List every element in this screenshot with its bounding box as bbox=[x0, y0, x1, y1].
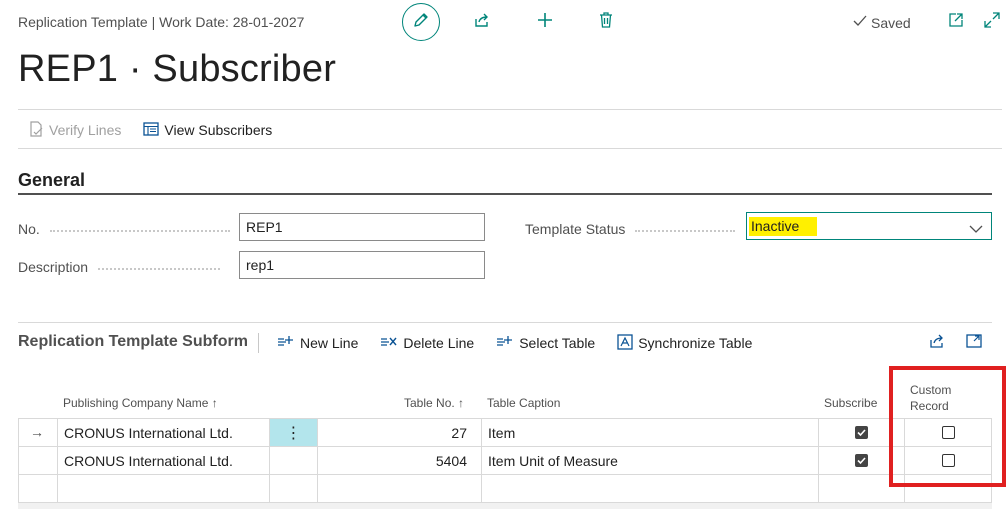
list-view-icon bbox=[143, 121, 160, 139]
verify-lines-button[interactable]: Verify Lines bbox=[28, 120, 122, 140]
delete-line-button[interactable]: Delete Line bbox=[380, 335, 474, 352]
grid-line bbox=[18, 418, 19, 503]
column-header-table-caption[interactable]: Table Caption bbox=[487, 396, 560, 410]
grid-line bbox=[317, 418, 318, 503]
table-row-table-no[interactable]: 27 bbox=[320, 425, 467, 441]
expand-icon bbox=[983, 11, 1001, 34]
table-row-caption[interactable]: Item Unit of Measure bbox=[488, 453, 618, 469]
column-header-publishing-company[interactable]: Publishing Company Name ↑ bbox=[63, 396, 218, 410]
share-icon bbox=[473, 11, 491, 34]
grid-footer bbox=[18, 503, 992, 509]
column-header-table-no[interactable]: Table No. ↑ bbox=[404, 396, 464, 410]
add-icon bbox=[536, 11, 554, 34]
column-header-label: Table No. bbox=[404, 396, 455, 410]
top-bar: Replication Template | Work Date: 28-01-… bbox=[0, 0, 1007, 44]
table-row-caption[interactable]: Item bbox=[488, 425, 515, 441]
grid-line bbox=[991, 418, 992, 503]
saved-status: Saved bbox=[852, 14, 911, 31]
table-row-company[interactable]: CRONUS International Ltd. bbox=[64, 425, 233, 441]
subform-action-bar: New Line Delete Line Select Table Synchr… bbox=[258, 332, 774, 354]
new-line-button[interactable]: New Line bbox=[277, 335, 358, 352]
subform-share-button[interactable] bbox=[928, 334, 946, 352]
description-label-text: Description bbox=[18, 259, 89, 275]
subscribe-checkbox[interactable] bbox=[855, 426, 868, 439]
table-row-table-no[interactable]: 5404 bbox=[320, 453, 467, 469]
verify-lines-label: Verify Lines bbox=[49, 122, 122, 138]
column-header-custom-record[interactable]: Custom Record bbox=[910, 382, 951, 414]
description-input[interactable]: rep1 bbox=[239, 251, 485, 279]
label-leader-dots bbox=[635, 230, 736, 232]
divider bbox=[18, 148, 1002, 149]
row-actions-menu-button[interactable]: ⋮ bbox=[270, 419, 317, 446]
synchronize-icon bbox=[617, 333, 633, 353]
page-title: REP1 · Subscriber bbox=[18, 48, 337, 90]
template-status-value: Inactive bbox=[749, 217, 817, 236]
general-section-title[interactable]: General bbox=[18, 170, 85, 191]
custom-record-checkbox[interactable] bbox=[942, 426, 955, 439]
divider bbox=[18, 109, 1002, 110]
divider bbox=[18, 322, 992, 323]
column-header-label: Publishing Company Name bbox=[63, 396, 209, 410]
chevron-down-icon bbox=[969, 221, 983, 237]
view-subscribers-button[interactable]: View Subscribers bbox=[143, 121, 273, 139]
column-header-subscribe[interactable]: Subscribe bbox=[824, 396, 877, 410]
select-table-label: Select Table bbox=[519, 335, 596, 351]
sort-ascending-icon: ↑ bbox=[458, 396, 465, 410]
description-field-label: Description bbox=[18, 259, 221, 275]
grid-line bbox=[481, 418, 482, 503]
section-underline bbox=[18, 193, 992, 195]
more-options-icon: ⋮ bbox=[285, 424, 302, 442]
select-table-icon bbox=[496, 335, 514, 352]
no-input[interactable]: REP1 bbox=[239, 213, 485, 241]
current-row-arrow-icon: → bbox=[30, 424, 44, 440]
open-new-window-icon bbox=[947, 11, 965, 34]
action-bar: Verify Lines View Subscribers bbox=[28, 120, 294, 140]
new-button[interactable] bbox=[535, 12, 555, 32]
select-table-button[interactable]: Select Table bbox=[496, 335, 595, 352]
new-line-icon bbox=[277, 335, 295, 352]
delete-button[interactable] bbox=[596, 11, 616, 34]
no-label-text: No. bbox=[18, 221, 40, 237]
no-field-label: No. bbox=[18, 221, 230, 237]
check-icon bbox=[852, 14, 868, 31]
open-new-window-button[interactable] bbox=[946, 12, 966, 32]
template-status-field-label: Template Status bbox=[525, 221, 736, 237]
synchronize-table-button[interactable]: Synchronize Table bbox=[617, 333, 753, 353]
subscribe-checkbox[interactable] bbox=[855, 454, 868, 467]
view-subscribers-label: View Subscribers bbox=[164, 122, 273, 138]
subform-expand-button[interactable] bbox=[965, 332, 983, 355]
grid-line bbox=[57, 418, 58, 503]
grid-line bbox=[18, 446, 992, 447]
edit-icon bbox=[412, 11, 430, 34]
share-icon bbox=[928, 332, 946, 355]
page-caption: Replication Template | Work Date: 28-01-… bbox=[18, 14, 305, 30]
new-line-label: New Line bbox=[300, 335, 359, 351]
table-row-company[interactable]: CRONUS International Ltd. bbox=[64, 453, 233, 469]
column-header-label-line2: Record bbox=[910, 399, 949, 413]
grid-line bbox=[18, 418, 992, 419]
template-status-label-text: Template Status bbox=[525, 221, 626, 237]
expand-icon bbox=[965, 332, 983, 355]
sort-ascending-icon: ↑ bbox=[211, 396, 218, 410]
template-status-select[interactable]: Inactive bbox=[746, 212, 992, 240]
subform-title[interactable]: Replication Template Subform bbox=[18, 333, 248, 351]
saved-label: Saved bbox=[871, 14, 911, 31]
label-leader-dots bbox=[49, 230, 230, 232]
delete-line-label: Delete Line bbox=[403, 335, 475, 351]
share-button[interactable] bbox=[472, 12, 492, 32]
grid-line bbox=[18, 474, 992, 475]
grid-line bbox=[904, 418, 905, 503]
separator bbox=[258, 333, 259, 353]
synchronize-table-label: Synchronize Table bbox=[638, 335, 753, 351]
edit-button[interactable] bbox=[402, 3, 440, 41]
expand-button[interactable] bbox=[982, 11, 1002, 34]
label-leader-dots bbox=[98, 268, 221, 270]
delete-line-icon bbox=[380, 335, 398, 352]
delete-icon bbox=[597, 11, 615, 34]
column-header-label-line1: Custom bbox=[910, 383, 952, 397]
verify-document-icon bbox=[28, 120, 44, 140]
grid-line bbox=[818, 418, 819, 503]
custom-record-checkbox[interactable] bbox=[942, 454, 955, 467]
